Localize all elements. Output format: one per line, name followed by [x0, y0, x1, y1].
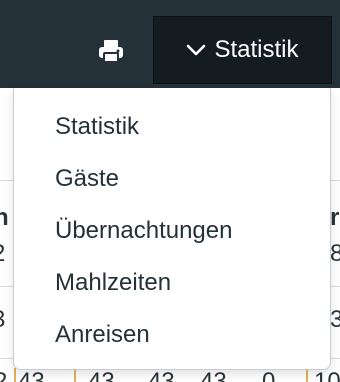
table-cell-fragment: n	[0, 204, 9, 231]
table-cell: 43	[200, 368, 227, 382]
top-toolbar: Statistik	[0, 0, 340, 88]
table-cell-fragment: 8	[330, 240, 340, 267]
menu-item-mahlzeiten[interactable]: Mahlzeiten	[14, 257, 330, 309]
menu-item-gaeste[interactable]: Gäste	[14, 153, 330, 205]
table-cell: 43	[18, 368, 45, 382]
column-separator	[306, 368, 308, 382]
print-button[interactable]	[94, 36, 128, 66]
table-cell: 43	[88, 368, 115, 382]
table-cell-fragment: r	[330, 204, 340, 231]
statistik-dropdown-button[interactable]: Statistik	[153, 16, 332, 84]
table-cell: 10	[314, 368, 340, 382]
menu-item-anreisen[interactable]: Anreisen	[14, 309, 330, 361]
table-cell: 43	[148, 368, 175, 382]
table-row: 2 43 43 43 43 0 10	[0, 368, 340, 382]
table-cell-fragment: 2	[0, 242, 5, 266]
menu-item-statistik[interactable]: Statistik	[14, 101, 330, 153]
table-cell-fragment: 3	[0, 308, 5, 332]
table-cell: 0	[262, 368, 276, 382]
column-separator	[14, 368, 16, 382]
menu-item-uebernachtungen[interactable]: Übernachtungen	[14, 205, 330, 257]
chevron-down-icon	[187, 44, 206, 56]
column-separator	[74, 368, 76, 382]
table-cell-fragment: 3	[330, 306, 340, 333]
table-cell: 2	[0, 368, 8, 382]
statistik-dropdown-menu: Statistik Gäste Übernachtungen Mahlzeite…	[13, 88, 331, 370]
printer-icon	[99, 40, 123, 63]
statistik-button-label: Statistik	[214, 36, 299, 63]
